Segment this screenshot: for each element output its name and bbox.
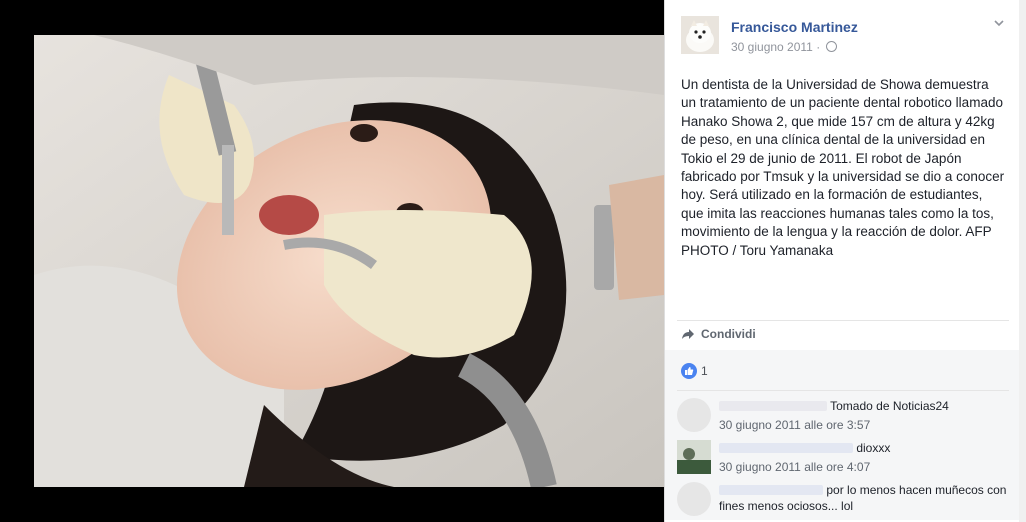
share-button[interactable]: Condividi: [681, 327, 756, 341]
post-date[interactable]: 30 giugno 2011: [731, 40, 813, 54]
commenter-avatar[interactable]: [677, 440, 711, 474]
comment-body: por lo menos hacen muñecos con fines men…: [719, 482, 1009, 514]
post-details-panel: Francisco Martinez 30 giugno 2011 · Un d…: [664, 0, 1020, 522]
share-arrow-icon: [682, 329, 694, 339]
commenter-name-redacted[interactable]: [719, 443, 853, 453]
comment-time[interactable]: 30 giugno 2011 alle ore 3:57: [719, 417, 1009, 433]
reactions-section: 1 Tomado de Noticias24 30 giugno 2011 al…: [665, 350, 1020, 520]
comment-body: dioxxx 30 giugno 2011 alle ore 4:07: [719, 440, 1009, 475]
divider: [677, 390, 1009, 391]
meta-separator: ·: [816, 40, 821, 54]
commenter-name-redacted[interactable]: [719, 485, 823, 495]
thumbs-up-icon[interactable]: [681, 363, 697, 379]
like-count[interactable]: 1: [701, 364, 708, 378]
share-label: Condividi: [701, 327, 756, 341]
comment-text: dioxxx: [856, 441, 891, 455]
author-name[interactable]: Francisco Martinez: [731, 19, 858, 35]
post-caption: Un dentista de la Universidad de Showa d…: [681, 77, 1005, 258]
comment-time[interactable]: 30 giugno 2011 alle ore 4:07: [719, 459, 1009, 475]
comment-body: Tomado de Noticias24 30 giugno 2011 alle…: [719, 398, 1009, 433]
commenter-avatar[interactable]: [677, 482, 711, 516]
scrollbar[interactable]: [1019, 0, 1026, 522]
globe-icon: [825, 41, 837, 52]
author-avatar[interactable]: [681, 16, 719, 54]
commenter-avatar[interactable]: [677, 398, 711, 432]
post-photo[interactable]: [34, 35, 664, 487]
divider: [677, 320, 1009, 321]
comment-text: Tomado de Noticias24: [830, 399, 949, 413]
post-meta: 30 giugno 2011 ·: [731, 40, 837, 54]
chevron-down-icon[interactable]: [994, 18, 1004, 28]
commenter-name-redacted[interactable]: [719, 401, 827, 411]
photo-viewer: [0, 0, 664, 522]
photo-illustration: [34, 35, 664, 487]
